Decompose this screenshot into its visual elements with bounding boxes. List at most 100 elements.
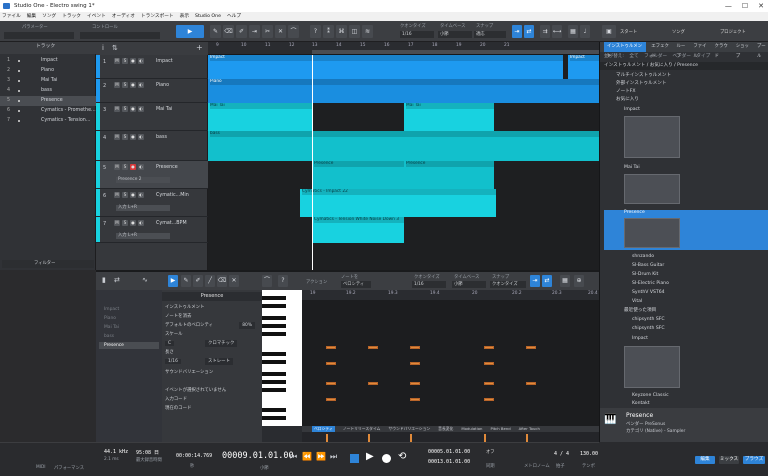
clip-presence[interactable]: Presence xyxy=(404,161,494,189)
editor-arrow-tool[interactable]: ▶ xyxy=(168,275,178,287)
browser-item[interactable]: ノートFX xyxy=(600,88,768,96)
split-tool-button[interactable]: ✂ xyxy=(262,25,273,38)
black-key[interactable] xyxy=(262,352,286,356)
length-mode-select[interactable]: ストレート xyxy=(205,358,233,365)
browser-item[interactable]: SI-Bass Guitar xyxy=(600,262,768,270)
expand-icon[interactable]: ⇅ xyxy=(112,44,118,52)
stop-button[interactable] xyxy=(350,454,359,463)
visible-dot-icon[interactable] xyxy=(18,120,20,122)
tab-loops[interactable]: ループ xyxy=(676,42,688,59)
time-signature[interactable]: 4 / 4 xyxy=(554,451,569,457)
clip-piano[interactable]: Piano xyxy=(208,79,599,103)
snap-toggle-button[interactable]: ⇥ xyxy=(512,25,522,38)
clip-presence[interactable]: Presence xyxy=(312,161,404,189)
lane-tab[interactable]: Modulation xyxy=(461,426,482,432)
menu-event[interactable]: イベント xyxy=(87,12,106,21)
monitor-button[interactable]: ◐ xyxy=(138,192,144,198)
play-button[interactable]: ▶ xyxy=(366,451,374,462)
clip-cymatics-impact[interactable]: Cymatics - Impact 22 xyxy=(300,189,496,217)
rewind-icon[interactable]: ⏪ xyxy=(302,452,312,461)
forward-end-icon[interactable]: ⏭ xyxy=(330,452,337,462)
velocity-value[interactable]: 80% xyxy=(239,322,255,329)
browse-page-button[interactable]: ブラウズ xyxy=(743,456,765,464)
editor-line-tool[interactable]: ╱ xyxy=(205,275,215,287)
menu-track[interactable]: トラック xyxy=(62,12,81,21)
clip-impact[interactable]: Impact xyxy=(208,55,563,79)
black-key[interactable] xyxy=(262,304,286,308)
midi-note[interactable] xyxy=(484,362,494,365)
piano-roll[interactable]: 19 19.2 19.3 19.4 20 20.2 20.3 20.4 xyxy=(302,290,599,426)
grid-button[interactable]: ▦ xyxy=(568,25,578,38)
tab-instruments[interactable]: インストゥルメント xyxy=(604,42,647,59)
black-key[interactable] xyxy=(262,408,286,412)
browser-item[interactable]: 外部インストゥルメント xyxy=(600,80,768,88)
midi-note[interactable] xyxy=(410,382,420,385)
mute-tool-button[interactable]: ✕ xyxy=(275,25,286,38)
editor-listen-tool[interactable]: ? xyxy=(278,275,288,287)
mute-button[interactable]: M xyxy=(114,106,120,112)
timeline-ruler[interactable]: 9 10 11 12 13 14 15 16 17 18 19 20 21 xyxy=(208,42,599,55)
strip-silence-button[interactable]: ≋ xyxy=(362,25,373,38)
start-icon[interactable]: ▣ xyxy=(602,25,616,38)
listen-tool-button[interactable]: ? xyxy=(310,25,321,38)
arrow-tool-button[interactable]: ▶ xyxy=(176,25,204,38)
black-key[interactable] xyxy=(262,324,286,328)
editor-eraser-tool[interactable]: ⌫ xyxy=(217,275,227,287)
quantize-select[interactable]: 1/16 xyxy=(400,31,434,38)
tempo[interactable]: 130.00 xyxy=(580,451,598,457)
record-button[interactable]: ● xyxy=(130,106,136,112)
track-name[interactable]: Impact xyxy=(156,59,173,64)
record-button[interactable]: ● xyxy=(130,164,136,170)
maximize-button[interactable]: ☐ xyxy=(742,0,748,12)
record-button[interactable]: ● xyxy=(130,82,136,88)
tracklist-row[interactable]: 2 Piano xyxy=(0,66,96,76)
browser-item-presence-selected[interactable]: Presence xyxy=(604,210,768,250)
tab-shop[interactable]: ショップ xyxy=(736,42,752,59)
editor-ruler[interactable]: 19 19.2 19.3 19.4 20 20.2 20.3 20.4 xyxy=(302,290,599,300)
sort-vendor[interactable]: ベンダー xyxy=(673,54,691,59)
track-header-2[interactable]: 2 M S ● ◐ Piano xyxy=(96,79,208,103)
velocity-select[interactable]: ベロシティ xyxy=(341,281,371,288)
instrument-select[interactable]: Presence 2 xyxy=(116,177,170,183)
input-select[interactable]: 入力 L+R xyxy=(116,233,170,239)
control-select[interactable] xyxy=(80,32,160,39)
ripple-button[interactable]: ⇄ xyxy=(524,25,534,38)
visible-dot-icon[interactable] xyxy=(18,80,20,82)
playhead[interactable] xyxy=(312,55,313,270)
midi-note[interactable] xyxy=(326,382,336,385)
black-key[interactable] xyxy=(262,388,286,392)
browser-item[interactable]: Kontakt xyxy=(600,400,768,408)
browser-item[interactable]: SynthV VST64 xyxy=(600,289,768,297)
midi-note[interactable] xyxy=(326,398,336,401)
browser-item[interactable]: SI-Drum Kit xyxy=(600,271,768,279)
record-button[interactable]: ● xyxy=(130,220,136,226)
solo-button[interactable]: S xyxy=(122,58,128,64)
track-name[interactable]: Cymat...BPM xyxy=(156,221,187,226)
midi-note[interactable] xyxy=(484,346,494,349)
time-seconds[interactable]: 00:00:14.769 xyxy=(176,453,212,459)
monitor-button[interactable]: ◐ xyxy=(138,106,144,112)
black-key[interactable] xyxy=(262,316,286,320)
mute-button[interactable]: M xyxy=(114,220,120,226)
track-header-4[interactable]: 4 M S ● ◐ bass xyxy=(96,131,208,161)
midi-note[interactable] xyxy=(410,346,420,349)
track-header-6[interactable]: 6 M S ● ◐ Cymatic...Min 入力 L+R xyxy=(96,189,208,217)
edit-page-button[interactable]: 編集 xyxy=(695,456,715,464)
tracklist-row[interactable]: 6 Cymatics - Promethe... xyxy=(0,106,96,116)
forward-icon[interactable]: ⏩ xyxy=(316,452,326,461)
loop-end[interactable]: 00013.01.01.00 xyxy=(428,459,470,465)
tracklist-row[interactable]: 1 Impact xyxy=(0,56,96,66)
mute-button[interactable]: M xyxy=(114,82,120,88)
menu-file[interactable]: ファイル xyxy=(2,12,21,21)
sync-off[interactable]: オフ xyxy=(486,449,495,455)
clip-bass[interactable]: bass xyxy=(208,131,599,161)
browser-item[interactable]: Impact xyxy=(600,106,768,114)
loop-start[interactable]: 00005.01.01.00 xyxy=(428,449,470,455)
solo-button[interactable]: S xyxy=(122,192,128,198)
rewind-start-icon[interactable]: ⏮ xyxy=(290,452,297,462)
mute-button[interactable]: M xyxy=(114,58,120,64)
record-transport-button[interactable] xyxy=(382,454,391,463)
visible-dot-icon[interactable] xyxy=(18,110,20,112)
tab-effects[interactable]: エフェクト xyxy=(651,42,671,59)
black-key[interactable] xyxy=(262,372,286,376)
